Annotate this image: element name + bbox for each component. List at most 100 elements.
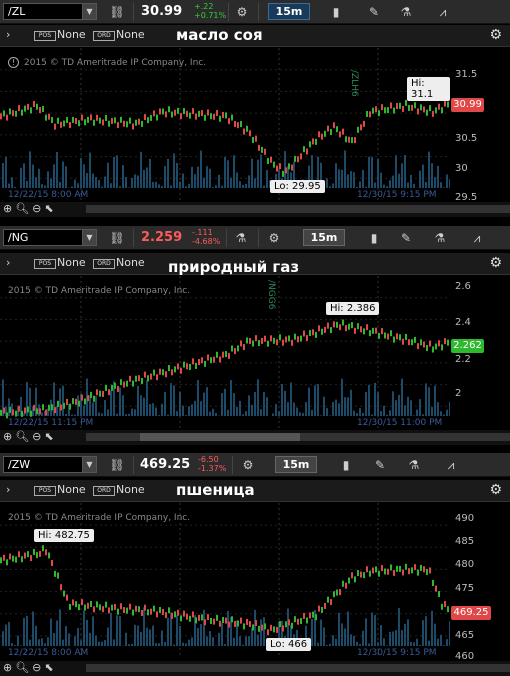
candle bbox=[138, 118, 140, 125]
percent-change: -1.37% bbox=[198, 464, 227, 473]
candle bbox=[225, 112, 227, 119]
candle bbox=[240, 617, 242, 624]
volume-bar bbox=[386, 645, 388, 646]
candle bbox=[432, 580, 434, 587]
volume-bar bbox=[23, 163, 25, 188]
studies-icon[interactable]: ⚗ bbox=[233, 230, 249, 246]
zoom-tools[interactable]: ⊕🔍︎⊖⬉ bbox=[3, 430, 57, 443]
candle bbox=[435, 585, 437, 592]
volume-bar bbox=[89, 632, 91, 646]
volume-bar bbox=[425, 383, 427, 416]
aggregation-button[interactable]: 15m bbox=[268, 3, 310, 20]
volume-bar bbox=[359, 181, 361, 188]
candlestick-icon[interactable]: ▮ bbox=[366, 230, 382, 246]
symbol-dropdown-icon[interactable]: ▼ bbox=[82, 4, 96, 19]
volume-bar bbox=[311, 409, 313, 416]
candlestick-icon[interactable]: ▮ bbox=[328, 4, 344, 20]
gear-icon[interactable]: ⚙ bbox=[234, 4, 250, 20]
candle bbox=[198, 614, 200, 621]
percent-change: -4.68% bbox=[192, 237, 221, 246]
symbol-input[interactable]: /NG ▼ bbox=[3, 229, 97, 246]
candle bbox=[48, 404, 50, 411]
volume-bar bbox=[20, 645, 22, 646]
volume-bar bbox=[350, 389, 352, 416]
price-chart-zl[interactable]: ! 2015 © TD Ameritrade IP Company, Inc. … bbox=[0, 48, 450, 200]
candle bbox=[15, 556, 17, 563]
toolbar-zl: /ZL ▼ ⛓ 30.99 +.22 +0.71% ⚙ 15m ▮ ✎ ⚗ ⩘ bbox=[0, 0, 510, 24]
volume-bar bbox=[431, 163, 433, 188]
gear-icon[interactable]: ⚙ bbox=[489, 482, 502, 498]
volume-bar bbox=[41, 638, 43, 646]
pattern-icon[interactable]: ⩘ bbox=[432, 4, 454, 20]
gear-icon[interactable]: ⚙ bbox=[489, 27, 502, 43]
price-axis-ng[interactable]: 2.6 2.4 2.2 2 2.262 bbox=[450, 276, 510, 428]
candle bbox=[384, 107, 386, 114]
symbol-input[interactable]: /ZW ▼ bbox=[3, 456, 97, 473]
volume-bar bbox=[275, 404, 277, 416]
scrollbar[interactable] bbox=[86, 205, 510, 213]
studies-icon[interactable]: ⚗ bbox=[406, 457, 422, 473]
price-axis-zl[interactable]: 31.5 31 30.5 30 29.5 30.99 bbox=[450, 48, 510, 203]
pattern-icon[interactable]: ⩘ bbox=[440, 457, 462, 473]
candle bbox=[360, 326, 362, 333]
chevron-right-icon[interactable]: › bbox=[6, 28, 10, 41]
aggregation-button[interactable]: 15m bbox=[275, 456, 317, 473]
info-icon[interactable]: ! bbox=[8, 57, 19, 68]
drawing-icon[interactable]: ✎ bbox=[398, 230, 414, 246]
candle bbox=[447, 339, 449, 346]
volume-bar bbox=[158, 643, 160, 646]
scrollbar[interactable] bbox=[86, 664, 510, 672]
candle bbox=[225, 617, 227, 624]
candle bbox=[363, 120, 365, 127]
price-chart-zw[interactable]: 2015 © TD Ameritrade IP Company, Inc. Hi… bbox=[0, 503, 450, 658]
price-chart-ng[interactable]: 2015 © TD Ameritrade IP Company, Inc. Hi… bbox=[0, 276, 450, 428]
symbol-dropdown-icon[interactable]: ▼ bbox=[82, 457, 96, 472]
gear-icon[interactable]: ⚙ bbox=[240, 457, 256, 473]
candle bbox=[24, 105, 26, 112]
drawing-icon[interactable]: ✎ bbox=[366, 4, 382, 20]
candle bbox=[294, 333, 296, 340]
candle bbox=[441, 107, 443, 114]
candle bbox=[420, 339, 422, 346]
studies-icon[interactable]: ⚗ bbox=[432, 230, 448, 246]
zoom-tools[interactable]: ⊕🔍︎⊖⬉ bbox=[3, 661, 57, 674]
candle bbox=[408, 339, 410, 346]
aggregation-button[interactable]: 15m bbox=[303, 229, 345, 246]
symbol-input[interactable]: /ZL ▼ bbox=[3, 3, 97, 20]
volume-bar bbox=[77, 183, 79, 188]
chevron-right-icon[interactable]: › bbox=[6, 483, 10, 496]
chevron-right-icon[interactable]: › bbox=[6, 256, 10, 269]
candlestick-icon[interactable]: ▮ bbox=[338, 457, 354, 473]
gear-icon[interactable]: ⚙ bbox=[489, 255, 502, 271]
price-axis-zw[interactable]: 490 485 480 475 470 465 460 469.25 bbox=[450, 503, 510, 662]
scrollbar-thumb[interactable] bbox=[140, 433, 300, 441]
candle bbox=[231, 345, 233, 352]
gear-icon[interactable]: ⚙ bbox=[266, 230, 282, 246]
candle bbox=[165, 371, 167, 378]
candle bbox=[60, 121, 62, 128]
link-icon[interactable]: ⛓ bbox=[108, 230, 126, 246]
volume-bar bbox=[284, 390, 286, 416]
symbol-dropdown-icon[interactable]: ▼ bbox=[82, 230, 96, 245]
studies-icon[interactable]: ⚗ bbox=[398, 4, 414, 20]
drawing-icon[interactable]: ✎ bbox=[372, 457, 388, 473]
volume-bar bbox=[134, 409, 136, 416]
candle bbox=[153, 605, 155, 612]
volume-bar bbox=[65, 166, 67, 188]
pattern-icon[interactable]: ⩘ bbox=[466, 230, 488, 246]
volume-bar bbox=[446, 639, 448, 646]
volume-bar bbox=[110, 183, 112, 188]
candle bbox=[66, 594, 68, 601]
volume-bar bbox=[437, 638, 439, 646]
link-icon[interactable]: ⛓ bbox=[108, 4, 126, 20]
link-icon[interactable]: ⛓ bbox=[108, 457, 126, 473]
volume-bar bbox=[83, 405, 85, 416]
candle bbox=[159, 368, 161, 375]
axis-tick: 2 bbox=[455, 388, 462, 399]
volume-bar bbox=[341, 623, 343, 646]
ord-badge: ORD bbox=[93, 31, 115, 41]
candle bbox=[117, 122, 119, 129]
candle bbox=[78, 604, 80, 611]
candle bbox=[66, 116, 68, 123]
zoom-tools[interactable]: ⊕🔍︎⊖⬉ bbox=[3, 202, 57, 215]
